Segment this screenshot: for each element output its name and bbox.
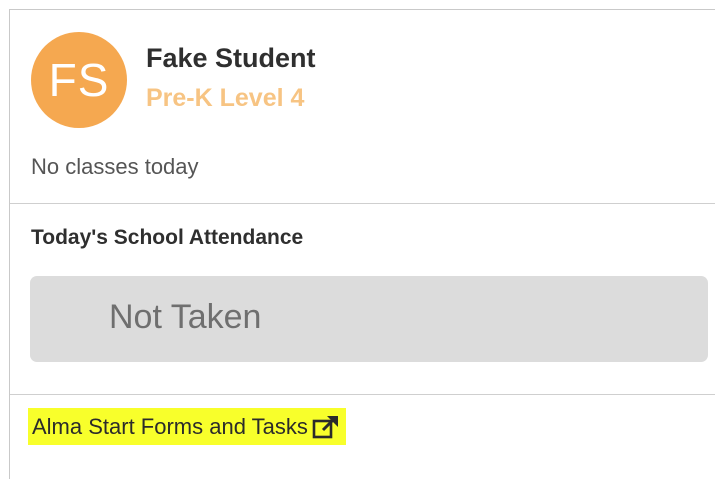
alma-start-forms-link-label: Alma Start Forms and Tasks <box>32 413 308 439</box>
attendance-title: Today's School Attendance <box>31 226 304 249</box>
student-level: Pre-K Level 4 <box>146 84 305 112</box>
alma-start-forms-link[interactable]: Alma Start Forms and Tasks <box>28 408 346 445</box>
attendance-status-box: Not Taken <box>30 276 708 362</box>
student-name: Fake Student <box>146 43 316 73</box>
avatar: FS <box>31 32 127 128</box>
classes-status: No classes today <box>31 154 199 179</box>
student-section: FS Fake Student Pre-K Level 4 No classes… <box>10 10 715 204</box>
attendance-status-text: Not Taken <box>109 298 262 336</box>
external-link-icon <box>312 414 342 440</box>
student-card: FS Fake Student Pre-K Level 4 No classes… <box>9 9 715 479</box>
link-section: Alma Start Forms and Tasks <box>10 395 715 475</box>
attendance-section: Today's School Attendance Not Taken <box>10 204 715 395</box>
